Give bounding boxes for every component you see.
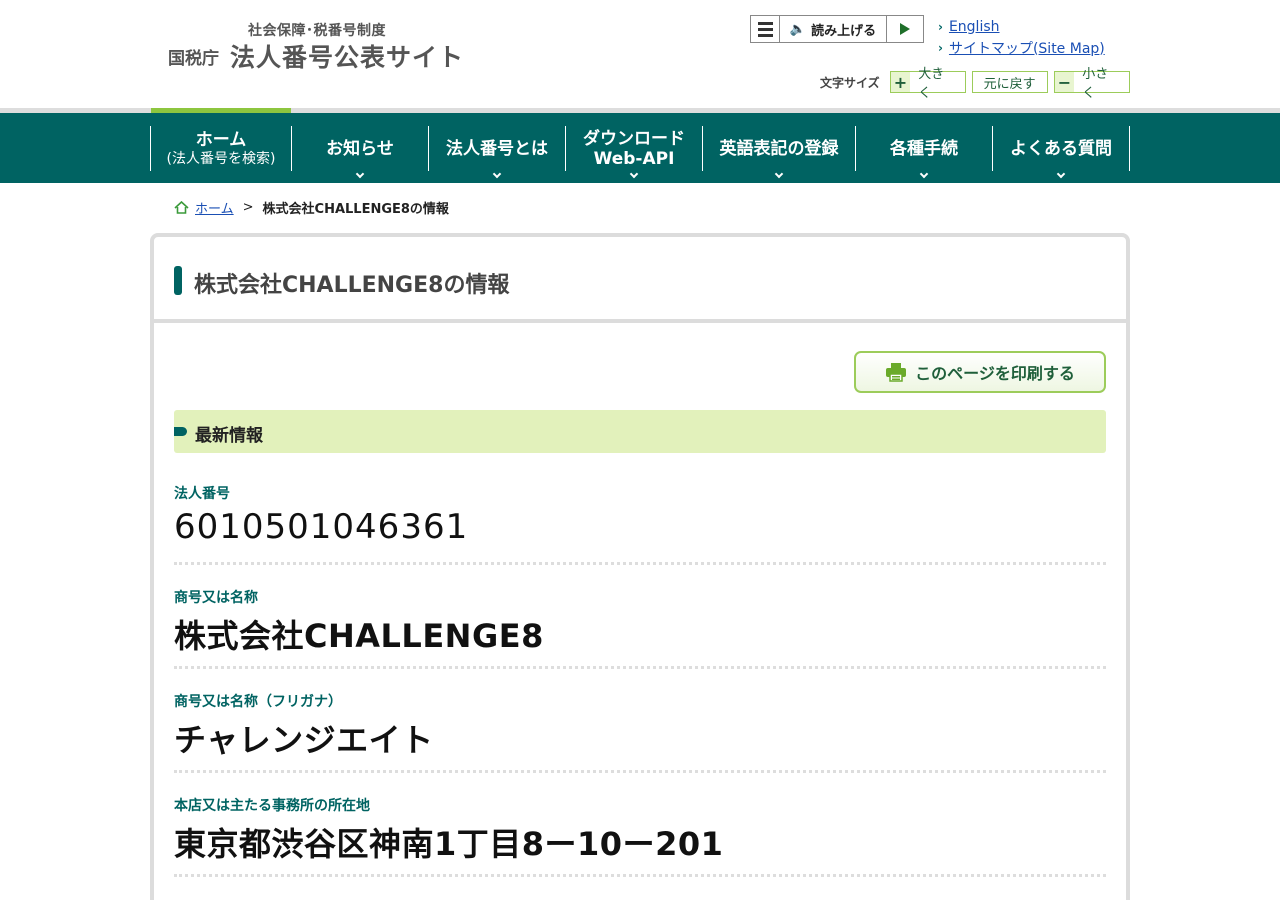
field-address: 本店又は主たる事務所の所在地 東京都渋谷区神南1丁目8ー10ー201 — [174, 795, 1106, 877]
sitemap-link-row: › サイトマップ(Site Map) — [938, 37, 1105, 58]
field-name-kana: 商号又は名称（フリガナ） チャレンジエイト — [174, 691, 1106, 773]
read-aloud-toolbar: 🔈 読み上げる — [750, 15, 924, 43]
font-reset-button[interactable]: 元に戻す — [971, 71, 1048, 93]
logo-agency: 国税庁 — [168, 49, 219, 69]
read-aloud-menu-button[interactable] — [751, 16, 780, 42]
minus-icon: − — [1054, 72, 1075, 92]
breadcrumb-home-link[interactable]: ホーム — [195, 198, 234, 217]
read-aloud-button[interactable]: 🔈 読み上げる — [780, 16, 887, 42]
corporation-info-card: 株式会社CHALLENGE8の情報 このページを印刷する 最新情報 法人番号 6… — [150, 233, 1130, 900]
plus-icon: + — [890, 72, 911, 92]
speaker-icon: 🔈 — [789, 21, 807, 37]
font-size-controls: 文字サイズ + 大きく 元に戻す − 小さく — [820, 67, 1136, 101]
breadcrumb: ホーム > 株式会社CHALLENGE8の情報 — [174, 198, 449, 217]
chevron-right-icon: › — [938, 40, 943, 55]
nav-item-faq[interactable]: よくある質問 — [992, 126, 1130, 179]
nav-item-english-registration[interactable]: 英語表記の登録 — [702, 126, 855, 179]
site-logo[interactable]: 社会保障･税番号制度 国税庁 法人番号公表サイト — [168, 18, 478, 78]
print-page-button[interactable]: このページを印刷する — [854, 351, 1106, 393]
section-heading: 最新情報 — [174, 410, 1106, 453]
english-link[interactable]: English — [949, 19, 1000, 35]
nav-item-download[interactable]: ダウンロード Web-API — [565, 126, 702, 179]
field-label: 本店又は主たる事務所の所在地 — [174, 798, 370, 814]
nav-item-procedures[interactable]: 各種手続 — [855, 126, 992, 179]
play-button[interactable] — [887, 16, 923, 42]
field-value: 東京都渋谷区神南1丁目8ー10ー201 — [174, 825, 724, 863]
read-aloud-label: 読み上げる — [811, 23, 877, 39]
font-smaller-button[interactable]: − 小さく — [1053, 67, 1130, 101]
font-size-label: 文字サイズ — [820, 75, 880, 90]
english-link-row: › English — [938, 16, 1105, 37]
field-name: 商号又は名称 株式会社CHALLENGE8 — [174, 587, 1106, 669]
tag-icon — [174, 427, 187, 436]
menu-icon — [757, 21, 773, 25]
field-value: 6010501046361 — [174, 507, 469, 547]
site-header: 社会保障･税番号制度 国税庁 法人番号公表サイト 🔈 読み上げる › Engli… — [0, 0, 1280, 108]
chevron-down-icon — [355, 169, 365, 179]
header-links: › English › サイトマップ(Site Map) — [938, 16, 1105, 58]
card-header: 株式会社CHALLENGE8の情報 — [154, 237, 1126, 323]
chevron-down-icon — [919, 169, 929, 179]
nav-item-about[interactable]: 法人番号とは — [428, 126, 565, 179]
logo-subtitle: 社会保障･税番号制度 — [248, 23, 386, 39]
field-label: 法人番号 — [174, 486, 230, 502]
page-title: 株式会社CHALLENGE8の情報 — [194, 273, 510, 298]
chevron-down-icon — [629, 169, 639, 179]
print-label: このページを印刷する — [915, 364, 1075, 383]
chevron-down-icon — [492, 169, 502, 179]
nav-item-news[interactable]: お知らせ — [291, 126, 428, 179]
chevron-right-icon: › — [938, 19, 943, 34]
breadcrumb-current: 株式会社CHALLENGE8の情報 — [262, 202, 449, 217]
field-value: 株式会社CHALLENGE8 — [174, 617, 544, 655]
printer-icon — [886, 363, 907, 382]
field-label: 商号又は名称（フリガナ） — [174, 694, 342, 710]
sitemap-link[interactable]: サイトマップ(Site Map) — [949, 38, 1105, 58]
field-value: チャレンジエイト — [174, 721, 434, 759]
font-bigger-button[interactable]: + 大きく — [889, 67, 966, 101]
home-icon — [174, 201, 189, 214]
global-nav: ホーム (法人番号を検索) お知らせ 法人番号とは ダウンロード Web-API… — [0, 113, 1280, 183]
chevron-down-icon — [1056, 169, 1066, 179]
breadcrumb-separator: > — [242, 200, 254, 215]
nav-item-home[interactable]: ホーム (法人番号を検索) — [150, 126, 291, 171]
play-icon — [900, 23, 910, 35]
field-label: 商号又は名称 — [174, 590, 258, 606]
logo-title: 法人番号公表サイト — [230, 43, 465, 72]
field-corporate-number: 法人番号 6010501046361 — [174, 483, 1106, 565]
chevron-down-icon — [774, 169, 784, 179]
